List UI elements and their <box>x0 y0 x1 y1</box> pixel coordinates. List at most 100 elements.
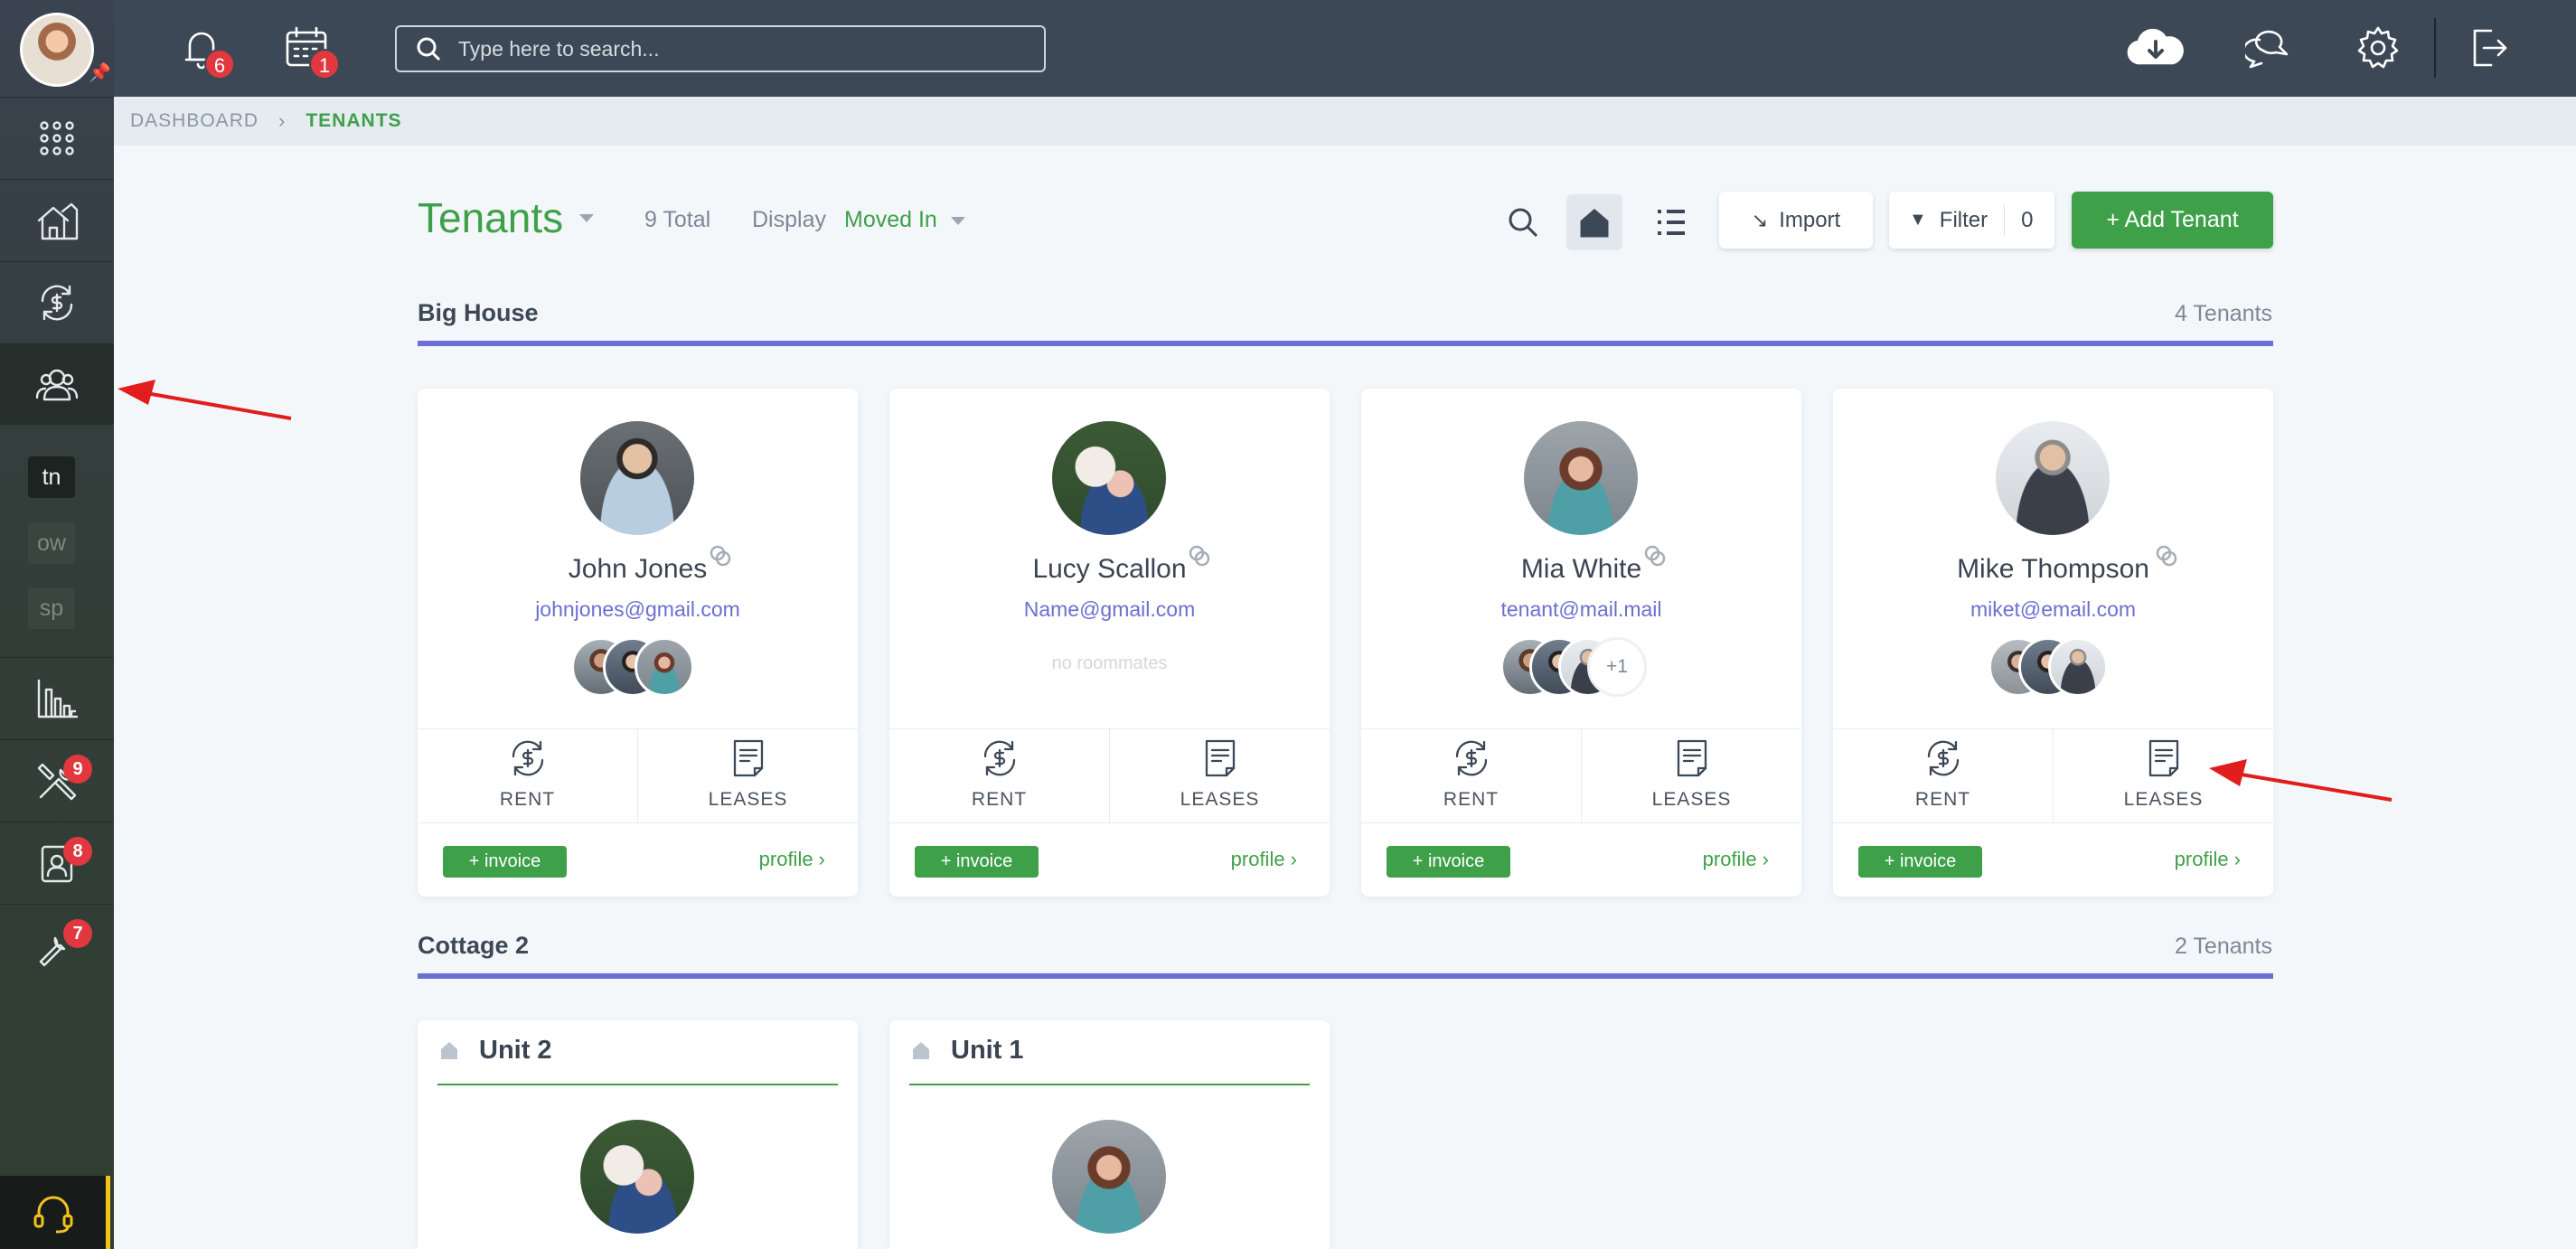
rent-button[interactable]: RENT <box>1361 737 1581 822</box>
people-icon <box>35 369 79 400</box>
section-title: Cottage 2 <box>418 932 530 959</box>
logout-button[interactable] <box>2464 23 2513 72</box>
roommate-avatar[interactable] <box>2048 637 2108 697</box>
sidebar-item-reports[interactable] <box>0 657 114 738</box>
leases-button[interactable]: LEASES <box>1110 737 1330 822</box>
notifications-button[interactable]: 6 <box>177 23 235 80</box>
tenant-name[interactable]: Lucy Scallon <box>889 554 1330 585</box>
link-icon[interactable] <box>1643 544 1667 568</box>
add-invoice-button[interactable]: + invoice <box>1387 846 1510 878</box>
rent-button[interactable]: RENT <box>1833 737 2053 822</box>
unit-title[interactable]: Unit 1 <box>951 1036 1024 1066</box>
list-view-button[interactable] <box>1643 194 1699 250</box>
headset-icon <box>33 1196 72 1233</box>
filter-icon: ▼ <box>1909 210 1927 230</box>
tenant-email[interactable]: tenant@mail.mail <box>1361 597 1801 622</box>
filter-count: 0 <box>2021 207 2034 232</box>
rent-button[interactable]: RENT <box>889 737 1109 822</box>
leases-label: LEASES <box>1651 789 1732 810</box>
import-label: Import <box>1779 207 1841 232</box>
sidebar-item-apps[interactable] <box>0 97 114 178</box>
sidebar-item-properties[interactable] <box>0 179 114 260</box>
calendar-button[interactable]: 1 <box>282 23 340 80</box>
search-input[interactable] <box>458 36 1019 61</box>
add-invoice-button[interactable]: + invoice <box>1858 846 1982 878</box>
profile-link[interactable]: profile › <box>2175 848 2241 871</box>
list-icon <box>1658 210 1685 235</box>
lease-document-icon <box>2148 739 2178 777</box>
profile-link[interactable]: profile › <box>759 848 825 871</box>
search-tenants-button[interactable] <box>1495 194 1551 250</box>
money-cycle-icon <box>983 740 1015 776</box>
filter-button[interactable]: ▼ Filter 0 <box>1889 192 2054 249</box>
topbar-separator <box>2434 18 2436 78</box>
link-icon[interactable] <box>709 544 732 568</box>
rent-label: RENT <box>499 789 556 810</box>
pin-icon[interactable]: 📌 <box>89 63 111 83</box>
tenant-email[interactable]: miket@email.com <box>1833 597 2273 622</box>
sidebar-item-tenants[interactable] <box>0 343 114 425</box>
messages-button[interactable] <box>2242 23 2294 72</box>
account-switch-ow[interactable]: ow <box>28 522 75 564</box>
leases-button[interactable]: LEASES <box>2054 737 2273 822</box>
tenant-card: Mia White tenant@mail.mail +1 RENT LEASE… <box>1361 389 1801 897</box>
breadcrumb-dashboard[interactable]: DASHBOARD <box>130 110 259 132</box>
tenant-avatar[interactable] <box>1996 421 2110 535</box>
link-icon[interactable] <box>1188 544 1211 568</box>
rent-button[interactable]: RENT <box>418 737 637 822</box>
tenant-name[interactable]: Mike Thompson <box>1833 554 2273 585</box>
tenant-avatar[interactable] <box>1524 421 1638 535</box>
tenant-avatar[interactable] <box>1052 1120 1166 1234</box>
notifications-badge: 6 <box>204 49 235 80</box>
leases-button[interactable]: LEASES <box>638 737 858 822</box>
unit-title[interactable]: Unit 2 <box>479 1036 552 1066</box>
tenant-name[interactable]: John Jones <box>418 554 858 585</box>
roommate-avatar[interactable] <box>635 637 694 697</box>
tenant-avatar[interactable] <box>580 1120 694 1234</box>
user-avatar[interactable] <box>20 13 94 87</box>
support-button[interactable] <box>0 1176 110 1249</box>
leases-button[interactable]: LEASES <box>1582 737 1801 822</box>
card-divider <box>1361 822 1801 823</box>
account-switch-sp[interactable]: sp <box>28 587 75 629</box>
link-icon[interactable] <box>2155 544 2178 568</box>
download-button[interactable] <box>2124 23 2187 72</box>
profile-link[interactable]: profile › <box>1231 848 1297 871</box>
money-cycle-icon <box>512 740 543 776</box>
rent-label: RENT <box>971 789 1028 810</box>
page-title[interactable]: Tenants <box>418 193 563 242</box>
leases-label: LEASES <box>1180 789 1260 810</box>
tenant-email[interactable]: johnjones@gmail.com <box>418 597 858 622</box>
tenant-avatar[interactable] <box>1052 421 1166 535</box>
money-cycle-icon <box>1455 740 1487 776</box>
display-filter-dropdown[interactable]: Moved In <box>844 207 937 233</box>
sidebar-item-maintenance[interactable]: 9 <box>0 739 114 821</box>
money-cycle-icon <box>1927 740 1959 776</box>
tenant-email[interactable]: Name@gmail.com <box>889 597 1330 622</box>
section-count: 2 Tenants <box>2175 934 2272 959</box>
add-invoice-button[interactable]: + invoice <box>915 846 1039 878</box>
card-divider <box>1833 822 2273 823</box>
import-button[interactable]: ↘ Import <box>1719 192 1873 249</box>
home-icon <box>1580 209 1609 238</box>
title-dropdown-caret-icon[interactable] <box>579 214 594 222</box>
sidebar-item-accounting[interactable] <box>0 261 114 343</box>
sidebar-item-tools[interactable]: 7 <box>0 904 114 985</box>
add-tenant-button[interactable]: + Add Tenant <box>2072 192 2273 249</box>
gear-icon <box>2357 26 2399 69</box>
cloud-download-icon <box>2127 28 2184 65</box>
settings-button[interactable] <box>2354 23 2402 72</box>
profile-link[interactable]: profile › <box>1703 848 1769 871</box>
search-icon <box>1509 208 1538 238</box>
applicants-badge: 8 <box>63 837 92 866</box>
more-roommates-badge[interactable]: +1 <box>1587 637 1647 697</box>
grid-view-button[interactable] <box>1566 194 1622 250</box>
tenant-avatar[interactable] <box>580 421 694 535</box>
account-switch-tn[interactable]: tn <box>28 456 75 498</box>
home-icon <box>439 1040 459 1060</box>
add-invoice-button[interactable]: + invoice <box>443 846 567 878</box>
display-dropdown-caret-icon[interactable] <box>951 217 965 225</box>
tenant-name[interactable]: Mia White <box>1361 554 1801 585</box>
sidebar-item-applicants[interactable]: 8 <box>0 822 114 903</box>
search-box[interactable] <box>395 25 1046 72</box>
